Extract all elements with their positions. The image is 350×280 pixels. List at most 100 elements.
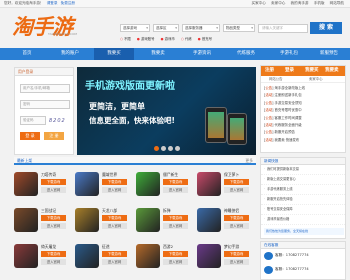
qq-icon[interactable] [264,252,273,260]
download-button[interactable]: 下载游戏 [224,179,249,185]
more-link[interactable]: 更多 [245,157,253,165]
official-site-button[interactable]: 进入官网 [41,259,66,265]
game-icon[interactable] [136,208,160,232]
notice-item[interactable]: [公告] 手游交易安全须知 [264,100,342,107]
game-name[interactable]: 征途 [102,244,110,250]
filter-currency[interactable]: ● 游戏币 [161,37,175,41]
game-card[interactable]: 倚天屠龙 下载游戏 进入官网 [14,244,71,274]
official-site-button[interactable]: 进入官网 [41,223,66,229]
game-icon[interactable] [197,172,221,196]
game-icon[interactable] [136,244,160,268]
game-name[interactable]: 天龙八部 [102,208,117,214]
game-name[interactable]: 梦幻手游 [224,244,239,250]
notice-item[interactable]: [活动] 我要卖 快速发布 [264,137,342,144]
item-type-select[interactable]: 物品类型 [223,24,255,32]
nav-boost[interactable]: 代练服务 [226,48,266,60]
news-item[interactable]: 手游代练服务上线 [261,185,345,195]
promo-banner[interactable]: 手机游戏版面更新啦 更简洁，更简单 信息更全面，快来体验吧! [77,67,256,155]
notice-item[interactable]: [活动] 首充号限时优惠中 [264,107,342,114]
game-card[interactable]: 拆弹 下载游戏进入官网 [136,208,193,238]
game-name[interactable]: 三国战记 [41,208,56,214]
official-site-button[interactable]: 进入官网 [102,187,127,193]
buyer-center-link[interactable]: 买家中心 [252,1,266,5]
site-logo[interactable]: 淘手游 [12,11,73,41]
game-icon[interactable] [14,208,38,232]
search-input[interactable]: 请输入关键字 [258,24,308,33]
subtab-notice[interactable]: 网站公告 [269,76,283,83]
username-field[interactable]: 用户名/手机/邮箱 [20,84,70,93]
official-site-button[interactable]: 进入官网 [224,223,249,229]
login-link[interactable]: 请登录 [47,1,58,5]
nav-buy[interactable]: 我要买 [94,48,134,60]
game-card[interactable]: 梦幻手游 下载游戏 进入官网 [197,244,254,274]
nav-my-account[interactable]: 我的账户 [50,48,90,60]
nav-gift[interactable]: 手游礼包 [270,48,308,60]
filter-all[interactable]: ○ 不限 [120,37,131,41]
download-button[interactable]: 下载游戏 [41,179,66,185]
filter-boost[interactable]: ○ 代练 [181,37,192,41]
tab-sell[interactable]: 我要卖 [325,66,339,76]
game-icon[interactable] [14,244,38,268]
game-icon[interactable] [197,208,221,232]
download-button[interactable]: 下载游戏 [163,215,188,221]
mobile-link[interactable]: 手机版 [314,1,325,5]
game-name[interactable]: 神雕侠侣 [224,208,239,214]
my-account-link[interactable]: 我的淘手游 [291,1,309,5]
game-icon[interactable] [75,244,99,268]
news-item[interactable]: 游戏币最低价格 [261,215,345,225]
tab-buy[interactable]: 我要买 [305,66,319,76]
nav-home[interactable]: 首页 [8,48,46,60]
game-name[interactable]: 西游2 [163,244,173,250]
download-button[interactable]: 下载游戏 [102,215,127,221]
notice-item[interactable]: [公告] 新服开启预告 [264,129,342,136]
game-name[interactable]: 拆弹 [163,208,171,214]
nav-new-server[interactable]: 新服预告 [310,48,348,60]
game-card[interactable]: 三国战记 下载游戏进入官网 [14,208,71,238]
register-link[interactable]: 免费注册 [61,1,75,5]
search-button[interactable]: 搜 索 [310,22,342,34]
qq-icon[interactable] [264,266,273,274]
banner-dot[interactable] [174,146,180,151]
official-site-button[interactable]: 进入官网 [163,187,188,193]
news-item[interactable]: 新服开启抢先体验 [261,195,345,205]
nav-sell[interactable]: 我要卖 [138,48,178,60]
banner-dot[interactable] [167,146,173,151]
password-field[interactable]: 密码 [20,100,70,109]
game-name[interactable]: 刀塔传奇 [41,172,56,178]
download-button[interactable]: 下载游戏 [102,179,127,185]
official-site-button[interactable]: 进入官网 [224,187,249,193]
game-card[interactable]: 征途 下载游戏 进入官网 [75,244,132,274]
download-button[interactable]: 下载游戏 [224,215,249,221]
notice-item[interactable]: [活动] 代练服务全面升级 [264,122,342,129]
official-site-button[interactable]: 进入官网 [163,223,188,229]
game-icon[interactable] [197,244,221,268]
captcha-field[interactable]: 验证码 [20,116,46,125]
official-site-button[interactable]: 进入官网 [163,259,188,265]
banner-dot[interactable] [160,146,166,151]
service-contact[interactable]: 客服：1708277774 [275,267,309,272]
game-name[interactable]: 保卫萝卜 [224,172,239,178]
nav-news[interactable]: 手游资讯 [182,48,222,60]
game-icon[interactable] [75,208,99,232]
game-card[interactable]: 神雕侠侣 下载游戏进入官网 [197,208,254,238]
game-card[interactable]: 僵尸新生 下载游戏 进入官网 [136,172,193,202]
banner-dot[interactable] [153,146,159,151]
game-card[interactable]: 魔域世界 下载游戏 进入官网 [75,172,132,202]
notice-item[interactable]: [公告] 淘手游全新改版上线 [264,85,342,92]
game-card[interactable]: 保卫萝卜 下载游戏进入官网 [197,172,254,202]
captcha-image[interactable]: 8202 [49,118,66,124]
download-button[interactable]: 下载游戏 [163,251,188,257]
seller-center-link[interactable]: 卖家中心 [271,1,285,5]
news-item[interactable]: 我们可提供新版本交易 [261,165,345,175]
filter-account[interactable]: ● 游戏账号 [137,37,155,41]
game-card[interactable]: 西游2 下载游戏进入官网 [136,244,193,274]
game-icon[interactable] [14,172,38,196]
game-icon[interactable] [75,172,99,196]
subtab-seller[interactable]: 卖家中心 [309,76,323,83]
official-site-button[interactable]: 进入官网 [41,187,66,193]
service-contact[interactable]: 客服：1708277774 [275,253,309,258]
server-area-select[interactable]: 选择区 [153,24,179,32]
news-item[interactable]: 账号交易安全保障 [261,205,345,215]
download-button[interactable]: 下载游戏 [41,215,66,221]
login-button[interactable]: 登 录 [20,132,40,140]
